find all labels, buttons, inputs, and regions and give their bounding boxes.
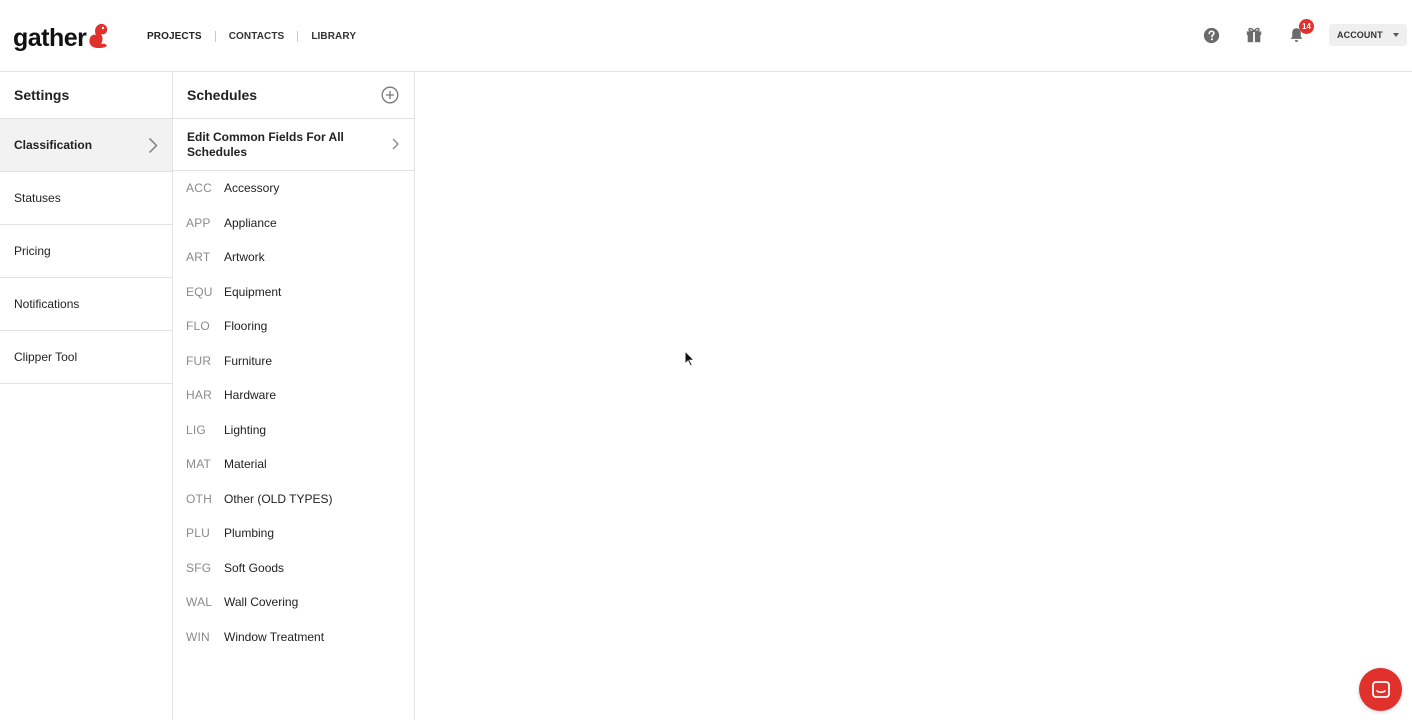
schedule-code: PLU bbox=[186, 526, 210, 541]
schedule-name: Artwork bbox=[224, 250, 265, 265]
top-bar: gather PROJECTS CONTACTS LIBRARY 14 ACCO… bbox=[0, 0, 1412, 72]
squirrel-logo-icon bbox=[89, 23, 108, 48]
sidebar-item-label: Statuses bbox=[14, 191, 61, 205]
list-item[interactable]: HAR Hardware bbox=[173, 378, 414, 413]
nav-projects[interactable]: PROJECTS bbox=[147, 31, 202, 42]
nav-divider bbox=[214, 30, 216, 42]
schedule-name: Furniture bbox=[224, 353, 273, 368]
sidebar-item-classification[interactable]: Classification bbox=[0, 119, 172, 172]
settings-title: Settings bbox=[0, 72, 172, 119]
settings-sidebar: Settings Classification Statuses Pricing… bbox=[0, 72, 173, 720]
schedule-name: Hardware bbox=[224, 388, 277, 403]
schedules-panel: Schedules Edit Common Fields For All Sch… bbox=[173, 72, 415, 720]
list-item[interactable]: MAT Material bbox=[173, 447, 414, 482]
schedule-code: WIN bbox=[186, 629, 210, 644]
list-item[interactable]: SFG Soft Goods bbox=[173, 551, 414, 586]
sidebar-item-label: Classification bbox=[14, 138, 93, 152]
list-item[interactable]: LIG Lighting bbox=[173, 413, 414, 448]
schedule-code: APP bbox=[186, 215, 211, 230]
schedule-code: ART bbox=[186, 250, 211, 265]
schedule-name: Flooring bbox=[224, 319, 268, 334]
sidebar-item-label: Pricing bbox=[14, 244, 51, 258]
schedule-code: WAL bbox=[186, 595, 213, 610]
list-item[interactable]: ACC Accessory bbox=[173, 171, 414, 206]
chevron-right-icon bbox=[148, 137, 158, 154]
logo-text: gather bbox=[13, 24, 87, 52]
sidebar-item-notifications[interactable]: Notifications bbox=[0, 278, 172, 331]
schedule-name: Material bbox=[224, 457, 267, 472]
schedule-code: FLO bbox=[186, 319, 210, 334]
chat-icon bbox=[1371, 680, 1390, 698]
notification-count-badge: 14 bbox=[1299, 19, 1314, 34]
schedule-name: Lighting bbox=[224, 422, 267, 437]
schedule-name: Plumbing bbox=[224, 526, 275, 541]
nav-library[interactable]: LIBRARY bbox=[311, 31, 356, 42]
gather-logo[interactable]: gather bbox=[13, 20, 109, 56]
schedule-code: EQU bbox=[186, 284, 213, 299]
schedule-code: MAT bbox=[186, 457, 212, 472]
help-circle-icon bbox=[1203, 27, 1219, 43]
sidebar-item-clipper-tool[interactable]: Clipper Tool bbox=[0, 331, 172, 384]
main-nav: PROJECTS CONTACTS LIBRARY bbox=[147, 27, 356, 45]
schedule-code: HAR bbox=[186, 388, 212, 403]
list-item[interactable]: EQU Equipment bbox=[173, 275, 414, 310]
account-label: ACCOUNT bbox=[1337, 30, 1383, 40]
account-dropdown[interactable]: ACCOUNT bbox=[1329, 24, 1407, 46]
sidebar-item-label: Notifications bbox=[14, 297, 80, 311]
schedule-name: Accessory bbox=[224, 181, 280, 196]
sidebar-item-statuses[interactable]: Statuses bbox=[0, 172, 172, 225]
list-item[interactable]: WIN Window Treatment bbox=[173, 620, 414, 655]
sidebar-item-pricing[interactable]: Pricing bbox=[0, 225, 172, 278]
schedule-code: LIG bbox=[186, 422, 206, 437]
schedule-name: Appliance bbox=[224, 215, 277, 230]
chevron-right-icon bbox=[392, 138, 399, 150]
add-schedule-icon[interactable] bbox=[381, 86, 399, 104]
schedules-title: Schedules bbox=[187, 87, 258, 103]
nav-divider bbox=[297, 30, 299, 42]
chevron-down-icon bbox=[1393, 33, 1399, 37]
schedule-code: OTH bbox=[186, 491, 212, 506]
schedule-list: ACC Accessory APP Appliance ART Artwork EQU… bbox=[173, 171, 414, 654]
list-item[interactable]: WAL Wall Covering bbox=[173, 585, 414, 620]
schedule-code: ACC bbox=[186, 181, 212, 196]
mouse-cursor-icon bbox=[684, 350, 695, 367]
schedule-name: Other (OLD TYPES) bbox=[224, 491, 333, 506]
list-item[interactable]: FUR Furniture bbox=[173, 344, 414, 379]
main-content bbox=[415, 72, 1412, 720]
edit-common-fields-label: Edit Common Fields For All Schedules bbox=[187, 129, 344, 159]
list-item[interactable]: OTH Other (OLD TYPES) bbox=[173, 482, 414, 517]
schedule-code: FUR bbox=[186, 353, 212, 368]
chat-launcher-button[interactable] bbox=[1359, 668, 1402, 711]
schedule-name: Soft Goods bbox=[224, 560, 285, 575]
edit-common-fields-link[interactable]: Edit Common Fields For All Schedules bbox=[173, 119, 414, 171]
gift-button[interactable] bbox=[1243, 24, 1265, 46]
schedule-name: Window Treatment bbox=[224, 629, 325, 644]
nav-contacts[interactable]: CONTACTS bbox=[229, 31, 285, 42]
schedules-header: Schedules bbox=[173, 72, 414, 119]
schedule-code: SFG bbox=[186, 560, 212, 575]
help-button[interactable] bbox=[1200, 24, 1222, 46]
list-item[interactable]: FLO Flooring bbox=[173, 309, 414, 344]
gift-icon bbox=[1246, 27, 1262, 43]
list-item[interactable]: PLU Plumbing bbox=[173, 516, 414, 551]
list-item[interactable]: APP Appliance bbox=[173, 206, 414, 241]
schedule-name: Equipment bbox=[224, 284, 282, 299]
list-item[interactable]: ART Artwork bbox=[173, 240, 414, 275]
schedule-name: Wall Covering bbox=[224, 595, 299, 610]
sidebar-item-label: Clipper Tool bbox=[14, 350, 78, 364]
